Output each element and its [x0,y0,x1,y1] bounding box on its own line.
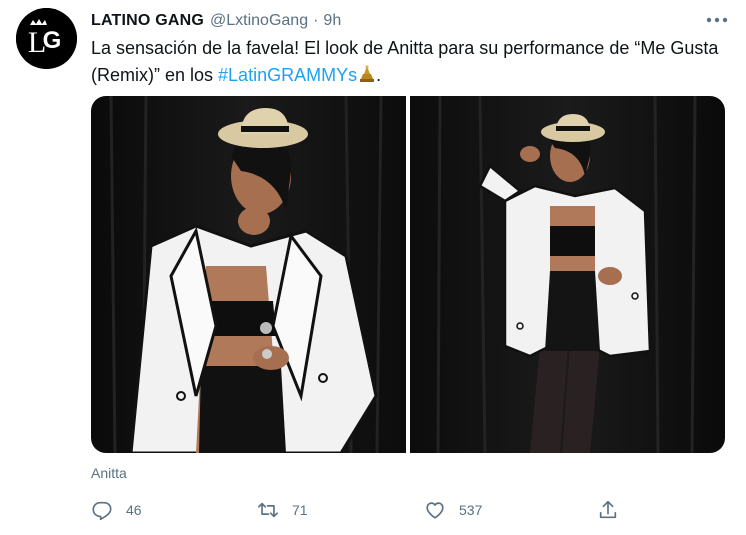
separator-dot: · [313,12,319,29]
anitta-fullbody-image [410,96,725,453]
timestamp[interactable]: 9h [323,12,341,30]
tweet-text-end: . [376,65,382,85]
hashtag-link[interactable]: #LatinGRAMMYs [218,65,357,85]
more-icon [706,17,728,23]
tweet-text-body: La sensación de la favela! El look de An… [91,38,719,85]
anitta-closeup-image [91,96,406,453]
share-button[interactable] [597,496,632,524]
photo-right[interactable] [410,96,725,453]
gramophone-emoji-icon [360,65,375,82]
photo-left[interactable] [91,96,406,453]
heart-icon [426,502,444,519]
latino-gang-logo: L G [16,8,77,69]
tagged-person-link[interactable]: Anitta [91,465,127,481]
display-name[interactable]: LATINO GANG [91,12,204,30]
retweet-button[interactable]: 71 [257,496,308,524]
retweet-count: 71 [292,502,308,518]
reply-button[interactable]: 46 [91,496,142,524]
tweet[interactable]: L G LATINO GANG @LxtinoGang · 9h La sens… [0,0,746,535]
user-handle[interactable]: @LxtinoGang [210,12,308,30]
tweet-header: LATINO GANG @LxtinoGang · 9h [91,9,341,33]
avatar[interactable]: L G [16,8,77,69]
reply-count: 46 [126,502,142,518]
like-button[interactable]: 537 [424,496,482,524]
tweet-text: La sensación de la favela! El look de An… [91,35,721,89]
retweet-icon [258,502,278,518]
reply-icon [92,501,112,521]
tweet-actions: 46 71 537 [91,496,631,524]
like-count: 537 [459,502,483,518]
media-grid [91,96,725,453]
share-icon [599,500,617,519]
more-options-button[interactable] [704,10,730,30]
svg-text:G: G [43,27,62,54]
